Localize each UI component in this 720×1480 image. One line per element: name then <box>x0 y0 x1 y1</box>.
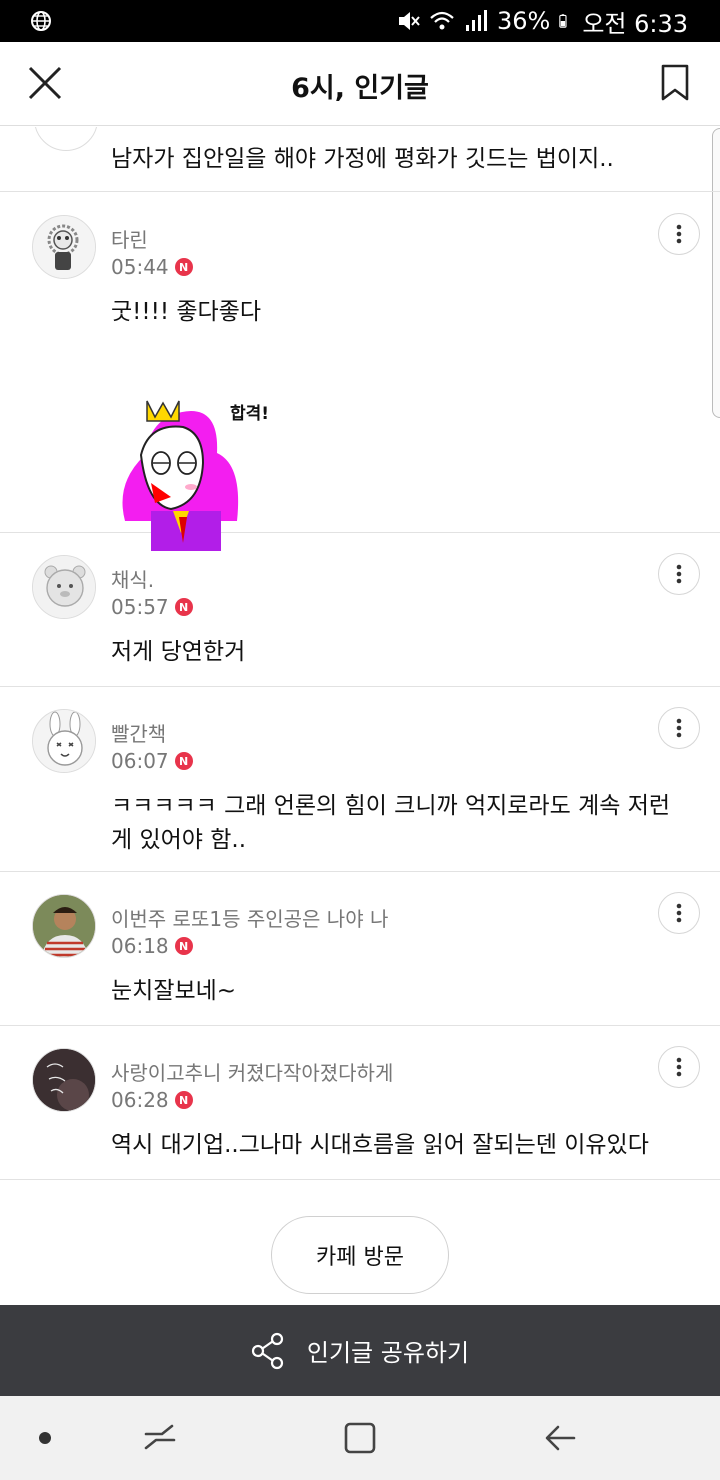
more-vertical-icon <box>676 224 682 244</box>
mute-icon <box>398 12 420 30</box>
recent-apps-icon[interactable] <box>140 1418 180 1458</box>
globe-icon <box>31 11 51 31</box>
rabbit-character-icon <box>33 710 95 772</box>
more-options-button[interactable] <box>658 553 700 595</box>
more-options-button[interactable] <box>658 213 700 255</box>
more-vertical-icon <box>676 903 682 923</box>
share-bar[interactable]: 인기글 공유하기 <box>0 1305 720 1396</box>
avatar[interactable] <box>32 894 96 958</box>
avatar[interactable] <box>32 709 96 773</box>
lion-character-icon <box>33 216 95 278</box>
avatar[interactable] <box>32 555 96 619</box>
nickname: 채식. <box>111 568 155 592</box>
avatar <box>34 127 98 151</box>
bear-character-icon <box>33 556 95 618</box>
new-badge: N <box>174 598 193 616</box>
comment-meta: 05:44 N <box>111 255 193 279</box>
bookmark-icon[interactable] <box>660 64 690 102</box>
avatar[interactable] <box>32 1048 96 1112</box>
comment-list: 남자가 집안일을 해야 가정에 평화가 깃드는 법이지.. 타린 05:44 N… <box>0 127 720 1305</box>
user-photo-icon <box>33 1049 95 1111</box>
more-vertical-icon <box>676 1057 682 1077</box>
post-text-item: 남자가 집안일을 해야 가정에 평화가 깃드는 법이지.. <box>0 127 720 192</box>
comment-item: 이번주 로또1등 주인공은 나야 나 06:18 N 눈치잘보네~ <box>0 872 720 1026</box>
more-options-button[interactable] <box>658 1046 700 1088</box>
user-photo-icon <box>33 895 95 957</box>
app-header: 6시, 인기글 <box>0 42 720 126</box>
nickname: 이번주 로또1등 주인공은 나야 나 <box>111 907 389 931</box>
wifi-icon <box>430 11 454 30</box>
comment-meta: 06:07 N <box>111 749 193 773</box>
comment-time: 06:18 <box>111 934 169 958</box>
new-badge: N <box>174 1091 193 1109</box>
comment-time: 05:44 <box>111 255 169 279</box>
more-options-button[interactable] <box>658 892 700 934</box>
clock: 오전 6:33 <box>582 9 688 38</box>
battery-icon <box>559 14 567 28</box>
comment-item: 채식. 05:57 N 저게 당연한거 <box>0 533 720 687</box>
comment-time: 06:28 <box>111 1088 169 1112</box>
comment-item: 타린 05:44 N 굿!!!! 좋다좋다 합격! <box>0 193 720 551</box>
comment-text: 역시 대기업..그나마 시대흐름을 읽어 잘되는덴 이유있다 <box>111 1132 649 1158</box>
share-label: 인기글 공유하기 <box>306 1339 470 1367</box>
avatar[interactable] <box>32 215 96 279</box>
home-icon[interactable] <box>340 1418 380 1458</box>
more-vertical-icon <box>676 564 682 584</box>
comment-meta: 06:28 N <box>111 1088 193 1112</box>
comment-meta: 06:18 N <box>111 934 193 958</box>
back-icon[interactable] <box>540 1418 580 1458</box>
nickname: 타린 <box>111 228 148 252</box>
post-text: 남자가 집안일을 해야 가정에 평화가 깃드는 법이지.. <box>111 146 614 172</box>
battery-percent: 36% <box>496 7 551 35</box>
comment-text: 저게 당연한거 <box>111 639 246 665</box>
share-icon <box>251 1332 283 1369</box>
comment-text: 굿!!!! 좋다좋다 <box>111 299 261 325</box>
nav-dot-icon[interactable] <box>39 1432 51 1444</box>
comment-meta: 05:57 N <box>111 595 193 619</box>
sticker-caption: 합격! <box>230 404 270 424</box>
more-vertical-icon <box>676 718 682 738</box>
comment-time: 05:57 <box>111 595 169 619</box>
comment-item: 사랑이고추니 커졌다작아졌다하게 06:28 N 역시 대기업..그나마 시대흐… <box>0 1026 720 1180</box>
comment-text: 눈치잘보네~ <box>111 978 237 1004</box>
new-badge: N <box>174 937 193 955</box>
more-options-button[interactable] <box>658 707 700 749</box>
cafe-visit-button[interactable]: 카페 방문 <box>271 1216 449 1294</box>
comment-time: 06:07 <box>111 749 169 773</box>
signal-icon <box>465 10 487 31</box>
nickname: 빨간책 <box>111 722 167 746</box>
new-badge: N <box>174 258 193 276</box>
comment-item: 빨간책 06:07 N ㅋㅋㅋㅋㅋ 그래 언론의 힘이 크니까 억지로라도 계속… <box>0 687 720 872</box>
new-badge: N <box>174 752 193 770</box>
comment-text: ㅋㅋㅋㅋㅋ 그래 언론의 힘이 크니까 억지로라도 계속 저런 게 있어야 함.… <box>111 793 671 853</box>
system-nav-bar <box>0 1396 720 1480</box>
nickname: 사랑이고추니 커졌다작아졌다하게 <box>111 1061 394 1085</box>
page-title: 6시, 인기글 <box>291 73 429 104</box>
status-bar: 36% 오전 6:33 <box>0 0 720 42</box>
